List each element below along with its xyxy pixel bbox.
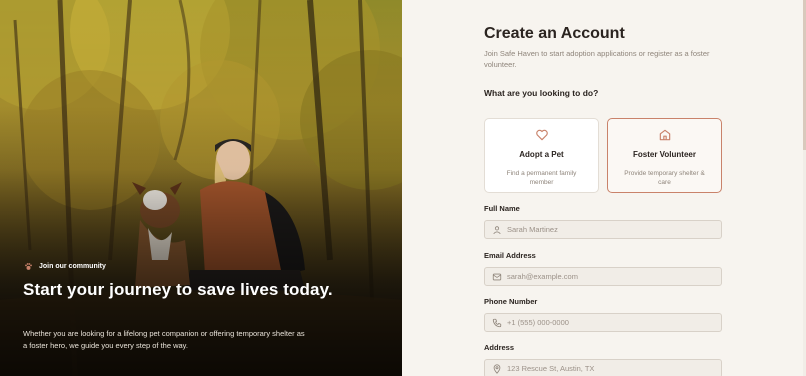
mail-icon (492, 272, 502, 282)
page-title: Create an Account (484, 25, 625, 42)
map-pin-icon (492, 363, 502, 374)
foster-volunteer-description: Provide temporary shelter & care (624, 170, 705, 186)
page-subtitle: Join Safe Haven to start adoption applic… (484, 49, 710, 69)
signup-panel: Create an Account Join Safe Haven to sta… (402, 0, 806, 376)
intent-question: What are you looking to do? (484, 88, 599, 98)
paw-icon (23, 261, 33, 271)
email-input[interactable] (507, 272, 707, 281)
phone-label: Phone Number (484, 297, 538, 306)
phone-input[interactable] (507, 318, 707, 327)
foster-volunteer-title: Foster Volunteer (633, 150, 696, 159)
foster-volunteer-option[interactable]: Foster Volunteer Provide temporary shelt… (607, 118, 722, 193)
adopt-pet-description: Find a permanent family member (506, 170, 577, 186)
heart-icon (535, 128, 549, 142)
adopt-pet-option[interactable]: Adopt a Pet Find a permanent family memb… (484, 118, 599, 193)
hero-title: Start your journey to save lives today. (23, 280, 333, 299)
hero-panel: Join our community Start your journey to… (0, 0, 402, 376)
phone-field[interactable] (484, 313, 722, 332)
adopt-pet-title: Adopt a Pet (519, 150, 564, 159)
email-field[interactable] (484, 267, 722, 286)
phone-icon (492, 318, 502, 328)
hero-description: Whether you are looking for a lifelong p… (23, 329, 305, 350)
full-name-label: Full Name (484, 204, 520, 213)
address-field[interactable] (484, 359, 722, 376)
home-icon (658, 128, 672, 142)
community-badge-label: Join our community (39, 262, 106, 270)
hero-overlay (0, 0, 402, 376)
email-label: Email Address (484, 251, 536, 260)
full-name-field[interactable] (484, 220, 722, 239)
user-icon (492, 225, 502, 235)
address-label: Address (484, 343, 515, 352)
address-input[interactable] (507, 364, 707, 373)
community-badge: Join our community (23, 259, 106, 273)
full-name-input[interactable] (507, 225, 707, 234)
